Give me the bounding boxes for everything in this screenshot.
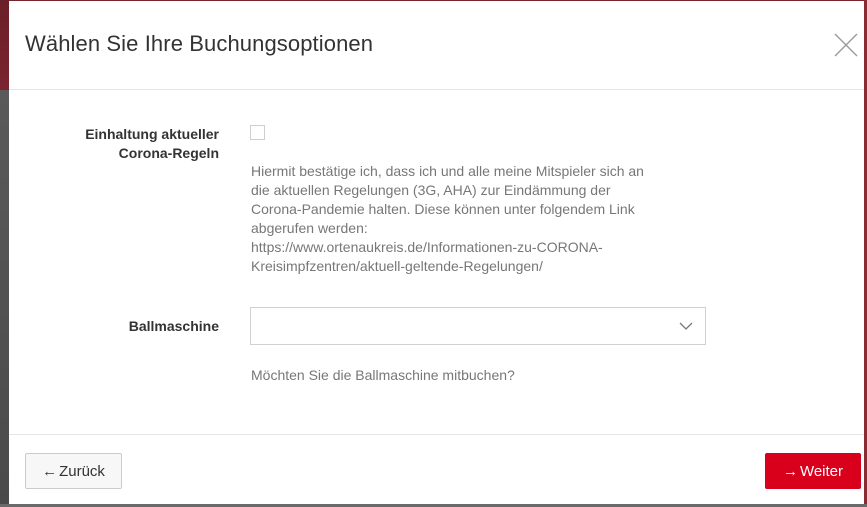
help-line: abgerufen werden: bbox=[251, 220, 368, 236]
corona-rules-checkbox[interactable] bbox=[250, 125, 265, 140]
arrow-right-icon: → bbox=[782, 462, 798, 480]
help-line: die aktuellen Regelungen (3G, AHA) zur E… bbox=[251, 182, 611, 198]
modal-title: Wählen Sie Ihre Buchungsoptionen bbox=[25, 31, 374, 56]
next-button-label: Weiter bbox=[799, 462, 844, 480]
ballmaschine-label: Ballmaschine bbox=[128, 318, 219, 334]
corona-label-line1: Einhaltung aktueller bbox=[85, 126, 219, 142]
chevron-down-icon bbox=[679, 322, 693, 330]
booking-options-modal: Wählen Sie Ihre Buchungsoptionen Einhalt… bbox=[9, 0, 864, 504]
help-line-link: https://www.ortenaukreis.de/Informatione… bbox=[251, 239, 603, 255]
arrow-left-icon: ← bbox=[42, 462, 58, 480]
backdrop-left bbox=[0, 0, 9, 507]
modal-header: Wählen Sie Ihre Buchungsoptionen bbox=[9, 1, 864, 90]
modal-footer: ← Zurück → Weiter bbox=[9, 434, 864, 506]
help-line: Corona-Pandemie halten. Diese können unt… bbox=[251, 201, 635, 217]
close-icon bbox=[834, 33, 858, 57]
next-button[interactable]: → Weiter bbox=[765, 453, 861, 489]
help-line-link: Kreisimpfzentren/aktuell-geltende-Regelu… bbox=[251, 258, 543, 274]
back-button[interactable]: ← Zurück bbox=[25, 453, 122, 489]
help-line: Hiermit bestätige ich, dass ich und alle… bbox=[251, 163, 644, 179]
close-button[interactable] bbox=[832, 31, 860, 59]
corona-rules-help: Hiermit bestätige ich, dass ich und alle… bbox=[251, 162, 711, 276]
corona-label-line2: Corona-Regeln bbox=[118, 145, 219, 161]
back-button-label: Zurück bbox=[59, 462, 105, 480]
ballmaschine-select[interactable] bbox=[250, 307, 706, 345]
ballmaschine-help: Möchten Sie die Ballmaschine mitbuchen? bbox=[251, 367, 515, 383]
corona-rules-label: Einhaltung aktueller Corona-Regeln bbox=[85, 125, 219, 163]
